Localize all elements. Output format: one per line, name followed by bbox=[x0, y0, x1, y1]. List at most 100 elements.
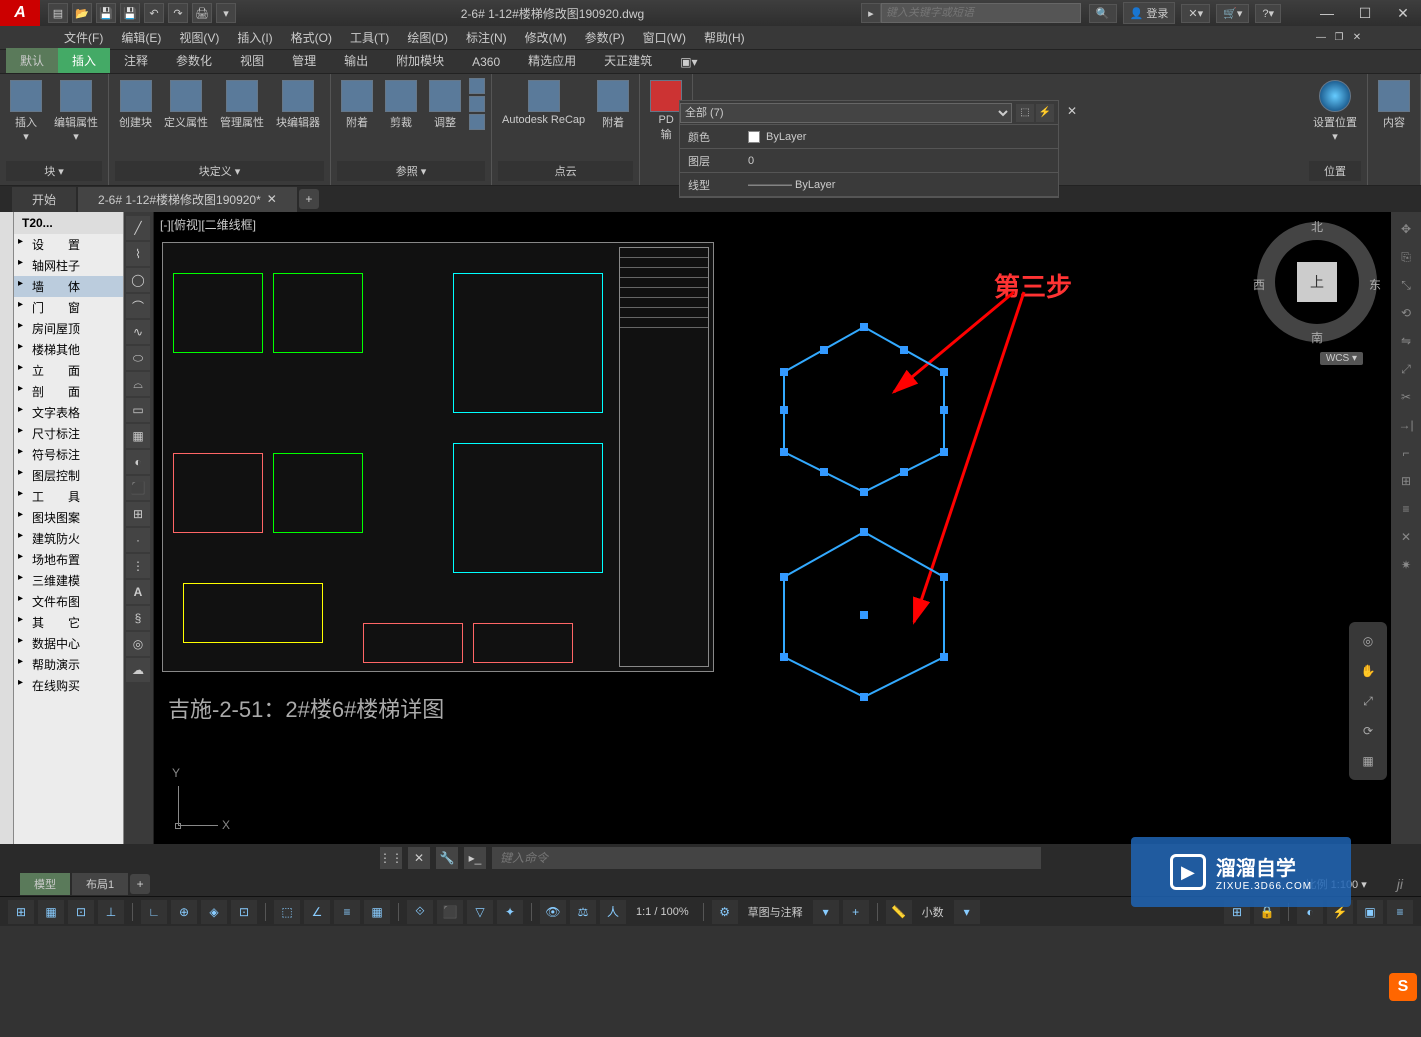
array-tool-icon[interactable]: ⊞ bbox=[1395, 470, 1417, 492]
pan-icon[interactable]: ✋ bbox=[1355, 658, 1381, 684]
spline-tool-icon[interactable]: ∿ bbox=[126, 320, 150, 344]
help-search-input[interactable] bbox=[881, 3, 1081, 23]
selection-filter-icon[interactable]: ▽ bbox=[467, 900, 493, 924]
revision-cloud-icon[interactable]: ☁ bbox=[126, 658, 150, 682]
content-button[interactable]: 内容 bbox=[1374, 78, 1414, 132]
sidebar-item[interactable]: 轴网柱子 bbox=[14, 255, 123, 276]
osnap-toggle-icon[interactable]: ⊡ bbox=[231, 900, 257, 924]
adjust-button[interactable]: 调整 bbox=[425, 78, 465, 132]
block-editor-button[interactable]: 块编辑器 bbox=[272, 78, 324, 132]
donut-tool-icon[interactable]: ◎ bbox=[126, 632, 150, 656]
command-close-icon[interactable]: ✕ bbox=[408, 847, 430, 869]
sidebar-item[interactable]: 墙 体 bbox=[14, 276, 123, 297]
customization-icon[interactable]: ≡ bbox=[1387, 900, 1413, 924]
doc-minimize-icon[interactable]: — bbox=[1313, 30, 1329, 46]
sidebar-item[interactable]: 符号标注 bbox=[14, 444, 123, 465]
doc-close-icon[interactable]: ✕ bbox=[1349, 30, 1365, 46]
login-button[interactable]: 👤 登录 bbox=[1123, 2, 1176, 24]
grid-toggle-icon[interactable]: ▦ bbox=[38, 900, 64, 924]
workspace-icon[interactable]: ⚙ bbox=[712, 900, 738, 924]
menu-tools[interactable]: 工具(T) bbox=[342, 26, 397, 49]
sidebar-item[interactable]: 图块图案 bbox=[14, 507, 123, 528]
ribbon-focus-icon[interactable]: ▣▾ bbox=[666, 51, 711, 73]
sidebar-item[interactable]: 尺寸标注 bbox=[14, 423, 123, 444]
viewcube-face[interactable]: 上 bbox=[1297, 262, 1337, 302]
scale-tool-icon[interactable]: ⤢ bbox=[1395, 358, 1417, 380]
selection-cycling-icon[interactable]: ⟐ bbox=[407, 900, 433, 924]
layout-tab-model[interactable]: 模型 bbox=[20, 873, 70, 895]
ref-icon[interactable] bbox=[469, 78, 485, 94]
minimize-button[interactable]: — bbox=[1309, 1, 1345, 25]
stretch-tool-icon[interactable]: ⤡ bbox=[1395, 274, 1417, 296]
clip-button[interactable]: 剪裁 bbox=[381, 78, 421, 132]
set-location-button[interactable]: 设置位置▾ bbox=[1309, 78, 1361, 145]
transparency-toggle-icon[interactable]: ▦ bbox=[364, 900, 390, 924]
qat-btn[interactable]: ▤ bbox=[48, 3, 68, 23]
sidebar-item[interactable]: 帮助演示 bbox=[14, 654, 123, 675]
model-button[interactable]: ⊞ bbox=[8, 900, 34, 924]
ribbon-tab[interactable]: 精选应用 bbox=[514, 48, 590, 73]
qat-more-icon[interactable]: ▾ bbox=[216, 3, 236, 23]
units-label[interactable]: 小数 bbox=[916, 904, 950, 920]
insert-block-button[interactable]: 插入▾ bbox=[6, 78, 46, 145]
attach-button[interactable]: 附着 bbox=[337, 78, 377, 132]
ref-icon[interactable] bbox=[469, 96, 485, 112]
new-document-button[interactable]: + bbox=[299, 189, 319, 209]
dropdown-icon[interactable]: ▾ bbox=[813, 900, 839, 924]
qat-btn[interactable]: 💾 bbox=[96, 3, 116, 23]
close-tab-icon[interactable]: ✕ bbox=[267, 192, 277, 206]
viewport-controls[interactable]: [-][俯视][二维线框] bbox=[160, 216, 256, 233]
menu-file[interactable]: 文件(F) bbox=[56, 26, 111, 49]
ellipse-tool-icon[interactable]: ⬭ bbox=[126, 346, 150, 370]
sidebar-item[interactable]: 工 具 bbox=[14, 486, 123, 507]
menu-edit[interactable]: 编辑(E) bbox=[113, 26, 169, 49]
ribbon-tab[interactable]: 附加模块 bbox=[382, 48, 458, 73]
zoom-extents-icon[interactable]: ⤢ bbox=[1355, 688, 1381, 714]
rectangle-tool-icon[interactable]: ▭ bbox=[126, 398, 150, 422]
region-tool-icon[interactable]: ⬛ bbox=[126, 476, 150, 500]
ribbon-tab[interactable]: 插入 bbox=[58, 48, 110, 73]
play-icon[interactable]: ▸ bbox=[861, 3, 881, 23]
menu-help[interactable]: 帮助(H) bbox=[696, 26, 753, 49]
selected-hexagon[interactable] bbox=[764, 522, 964, 702]
quick-select-icon[interactable]: ⚡ bbox=[1036, 104, 1054, 122]
define-attribute-button[interactable]: 定义属性 bbox=[160, 78, 212, 132]
workspace-label[interactable]: 草图与注释 bbox=[742, 904, 809, 920]
autoscale-icon[interactable]: ⚖ bbox=[570, 900, 596, 924]
document-tab[interactable]: 开始 bbox=[12, 187, 76, 212]
close-button[interactable]: ✕ bbox=[1385, 1, 1421, 25]
panel-strip[interactable] bbox=[0, 212, 14, 844]
sidebar-item[interactable]: 其 它 bbox=[14, 612, 123, 633]
recent-commands-icon[interactable]: ▸_ bbox=[464, 847, 486, 869]
gradient-tool-icon[interactable]: ◐ bbox=[126, 450, 150, 474]
zoom-display[interactable]: 1:1 / 100% bbox=[630, 906, 695, 918]
orbit-icon[interactable]: ⟳ bbox=[1355, 718, 1381, 744]
otrack-toggle-icon[interactable]: ∠ bbox=[304, 900, 330, 924]
ribbon-tab[interactable]: 输出 bbox=[330, 48, 382, 73]
prop-value[interactable]: ByLayer bbox=[766, 131, 806, 143]
menu-view[interactable]: 视图(V) bbox=[171, 26, 227, 49]
units-icon[interactable]: 📏 bbox=[886, 900, 912, 924]
clean-screen-icon[interactable]: ▣ bbox=[1357, 900, 1383, 924]
menu-window[interactable]: 窗口(W) bbox=[635, 26, 694, 49]
isodraft-toggle-icon[interactable]: ◈ bbox=[201, 900, 227, 924]
trim-tool-icon[interactable]: ✂ bbox=[1395, 386, 1417, 408]
move-tool-icon[interactable]: ✥ bbox=[1395, 218, 1417, 240]
document-tab[interactable]: 2-6# 1-12#楼梯修改图190920*✕ bbox=[78, 187, 297, 212]
exchange-icon[interactable]: ✕▾ bbox=[1181, 4, 1210, 23]
lineweight-toggle-icon[interactable]: ≡ bbox=[334, 900, 360, 924]
qat-btn[interactable]: 📂 bbox=[72, 3, 92, 23]
maximize-button[interactable]: ☐ bbox=[1347, 1, 1383, 25]
close-panel-icon[interactable]: ✕ bbox=[1062, 101, 1082, 121]
viewcube[interactable]: 上 北 南 东 西 bbox=[1257, 222, 1377, 342]
create-block-button[interactable]: 创建块 bbox=[115, 78, 156, 132]
wcs-selector[interactable]: WCS ▾ bbox=[1320, 352, 1363, 365]
helix-tool-icon[interactable]: § bbox=[126, 606, 150, 630]
annotation-scale-icon[interactable]: 人 bbox=[600, 900, 626, 924]
customize-icon[interactable]: 🔧 bbox=[436, 847, 458, 869]
menu-modify[interactable]: 修改(M) bbox=[517, 26, 575, 49]
erase-tool-icon[interactable]: ✕ bbox=[1395, 526, 1417, 548]
sogou-ime-icon[interactable]: S bbox=[1389, 973, 1417, 1001]
add-icon[interactable]: + bbox=[843, 900, 869, 924]
offset-tool-icon[interactable]: ≡ bbox=[1395, 498, 1417, 520]
